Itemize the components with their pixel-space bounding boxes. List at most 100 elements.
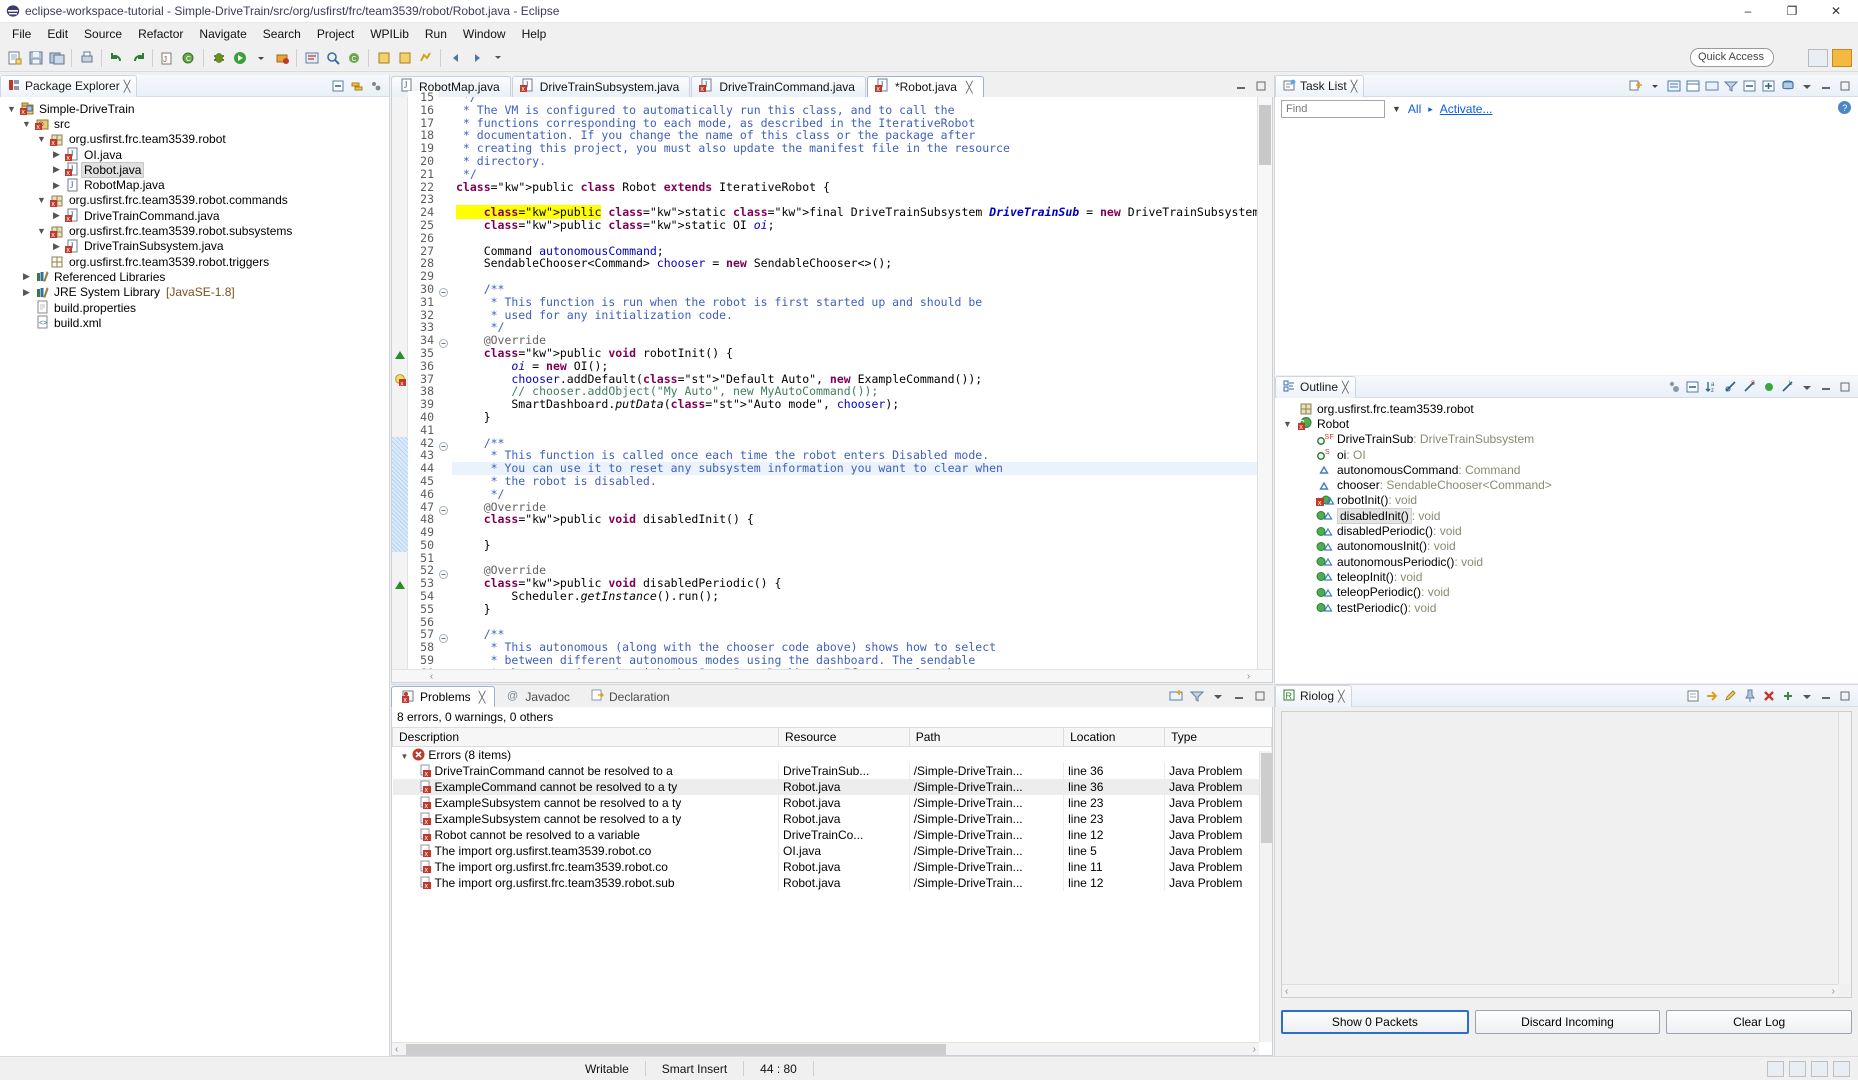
minimize-icon[interactable] xyxy=(1818,78,1834,94)
save-all-icon[interactable] xyxy=(46,47,67,69)
maximize-icon[interactable] xyxy=(1837,379,1853,395)
fold-toggle-icon[interactable] xyxy=(439,504,448,518)
schedule-icon[interactable] xyxy=(1685,78,1701,94)
expand-all-icon[interactable] xyxy=(1761,78,1777,94)
hide-local-types-icon[interactable]: L xyxy=(1780,379,1796,395)
problems-horizontal-scrollbar[interactable]: ‹ › xyxy=(392,1042,1259,1055)
source-text[interactable]: */ * The VM is configured to automatical… xyxy=(452,97,1272,682)
quick-access-input[interactable]: Quick Access xyxy=(1690,48,1774,67)
table-row[interactable]: x DriveTrainCommand cannot be resolved to… xyxy=(392,763,1272,779)
minimize-editor-icon[interactable] xyxy=(1233,78,1249,94)
chevron-right-icon[interactable]: ▶ xyxy=(49,164,64,175)
find-dropdown-icon[interactable]: ▼ xyxy=(1392,104,1401,114)
open-perspective-icon[interactable] xyxy=(1808,49,1828,67)
close-button[interactable]: ✕ xyxy=(1814,0,1858,23)
focus-task-icon[interactable] xyxy=(1168,688,1184,704)
outline-item-robotinit-[interactable]: x robotInit() : void xyxy=(1275,493,1858,508)
editor-horizontal-scrollbar[interactable]: ‹ › xyxy=(392,669,1272,682)
table-row[interactable]: x The import org.usfirst.frc.team3539.rob… xyxy=(392,859,1272,875)
outline-item-chooser[interactable]: chooser : SendableChooser<Command> xyxy=(1275,477,1858,492)
chevron-right-icon[interactable]: ▶ xyxy=(49,210,64,221)
table-row[interactable]: x ExampleSubsystem cannot be resolved to … xyxy=(392,811,1272,827)
fold-toggle-icon[interactable] xyxy=(439,632,448,646)
new-icon[interactable] xyxy=(4,47,25,69)
edit-icon[interactable] xyxy=(1723,688,1739,704)
menu-wpilib[interactable]: WPILib xyxy=(362,25,417,43)
code-line[interactable]: */ xyxy=(452,487,1272,501)
new-java-project-icon[interactable]: J xyxy=(157,47,178,69)
close-icon[interactable]: ╳ xyxy=(966,81,973,94)
chevron-right-icon[interactable]: ▶ xyxy=(19,287,34,298)
code-line[interactable]: class="kw">public void disabledInit() { xyxy=(452,513,1272,526)
outline-item-autonomousinit-[interactable]: autonomousInit() : void xyxy=(1275,539,1858,554)
view-menu-icon[interactable] xyxy=(1210,688,1226,704)
override-marker-icon[interactable] xyxy=(395,349,405,363)
toolbar-overflow-icon[interactable] xyxy=(487,47,508,69)
override-marker-icon[interactable] xyxy=(395,579,405,593)
tab-problems[interactable]: x Problems ╳ xyxy=(391,686,496,707)
riolog-vertical-scrollbar[interactable] xyxy=(1838,712,1851,984)
code-line[interactable]: oi = new OI(); xyxy=(452,359,1272,373)
code-line[interactable] xyxy=(452,526,1272,539)
column-header-resource[interactable]: Resource xyxy=(778,727,910,747)
close-icon[interactable]: ╳ xyxy=(479,691,486,704)
column-header-path[interactable]: Path xyxy=(908,727,1065,747)
new-task-dropdown-icon[interactable] xyxy=(1647,78,1663,94)
fold-toggle-icon[interactable] xyxy=(439,337,448,351)
close-icon[interactable]: ╳ xyxy=(1351,80,1358,93)
minimize-icon[interactable] xyxy=(1818,379,1834,395)
external-tools-icon[interactable] xyxy=(271,47,292,69)
next-annotation-icon[interactable] xyxy=(373,47,394,69)
chevron-down-icon[interactable]: ▼ xyxy=(1279,419,1296,429)
minimize-icon[interactable] xyxy=(1231,688,1247,704)
column-header-description[interactable]: Description xyxy=(391,727,780,747)
code-line[interactable]: class="kw">public class="kw">static OI o… xyxy=(452,219,1272,232)
scroll-left-arrow[interactable]: ‹ xyxy=(395,1044,398,1055)
tree-item-build-properties[interactable]: build.properties xyxy=(0,300,389,315)
tree-item-oi-java[interactable]: ▶JxOI.java xyxy=(0,147,389,162)
hide-non-public-icon[interactable] xyxy=(1761,379,1777,395)
save-icon[interactable] xyxy=(25,47,46,69)
last-edit-icon[interactable] xyxy=(415,47,436,69)
tab-riolog[interactable]: R Riolog ╳ xyxy=(1275,684,1352,707)
outline-tree[interactable]: org.usfirst.frc.team3539.robot ▼ x Robot S F D… xyxy=(1275,398,1858,683)
debug-icon[interactable] xyxy=(208,47,229,69)
code-line[interactable]: Scheduler.getInstance().run(); xyxy=(452,590,1272,603)
outline-item-drivetrainsub[interactable]: S F DriveTrainSub : DriveTrainSubsystem xyxy=(1275,432,1858,447)
package-tree[interactable]: ▼ x Simple-DriveTrain ▼ x src ▼ x org.usfirst.fr… xyxy=(0,97,389,330)
menu-search[interactable]: Search xyxy=(255,25,309,43)
menu-navigate[interactable]: Navigate xyxy=(191,25,254,43)
maximize-button[interactable]: ❐ xyxy=(1770,0,1814,23)
problems-hscroll-thumb[interactable] xyxy=(406,1044,946,1055)
code-line[interactable]: * the robot is disabled. xyxy=(452,475,1272,488)
terminate-icon[interactable] xyxy=(1761,688,1777,704)
close-icon[interactable]: ╳ xyxy=(1342,381,1349,394)
code-line[interactable]: SmartDashboard.putData(class="st">"Auto … xyxy=(452,398,1272,411)
minimize-icon[interactable] xyxy=(1818,688,1834,704)
outline-item-teleopperiodic-[interactable]: teleopPeriodic() : void xyxy=(1275,585,1858,600)
focus-icon[interactable] xyxy=(1704,78,1720,94)
dropdown-icon[interactable] xyxy=(250,47,271,69)
help-icon[interactable]: ? xyxy=(1837,100,1852,118)
close-icon[interactable]: ╳ xyxy=(124,80,131,93)
outline-item-disabledperiodic-[interactable]: disabledPeriodic() : void xyxy=(1275,523,1858,538)
remove-icon[interactable] xyxy=(1780,688,1796,704)
tab-javadoc[interactable]: @ Javadoc xyxy=(497,686,579,707)
code-line[interactable]: class="kw">public class Robot extends It… xyxy=(452,180,1272,194)
editor-tab-drivetrainsubsystem-java[interactable]: Jx DriveTrainSubsystem.java xyxy=(511,76,691,97)
scroll-left-arrow[interactable]: ‹ xyxy=(1285,986,1288,997)
code-line[interactable]: } xyxy=(452,539,1272,552)
prev-annotation-icon[interactable] xyxy=(394,47,415,69)
heap-status-icon[interactable] xyxy=(1789,1060,1806,1077)
hide-fields-icon[interactable] xyxy=(1723,379,1739,395)
tree-item-org-usfirst-frc-team3539-robot-commands[interactable]: ▼ x org.usfirst.frc.team3539.robot.command… xyxy=(0,193,389,208)
menu-run[interactable]: Run xyxy=(417,25,455,43)
tree-item-robot-java[interactable]: ▶JxRobot.java xyxy=(0,161,389,178)
pin-icon[interactable] xyxy=(1742,688,1758,704)
categorize-icon[interactable] xyxy=(1666,78,1682,94)
tree-item-simple-drivetrain[interactable]: ▼ x Simple-DriveTrain xyxy=(0,101,389,117)
code-line[interactable]: * used for any initialization code. xyxy=(452,308,1272,322)
build-status-icon[interactable] xyxy=(1767,1060,1784,1077)
table-row[interactable]: x Robot cannot be resolved to a variable D… xyxy=(392,827,1272,843)
maximize-icon[interactable] xyxy=(1252,688,1268,704)
